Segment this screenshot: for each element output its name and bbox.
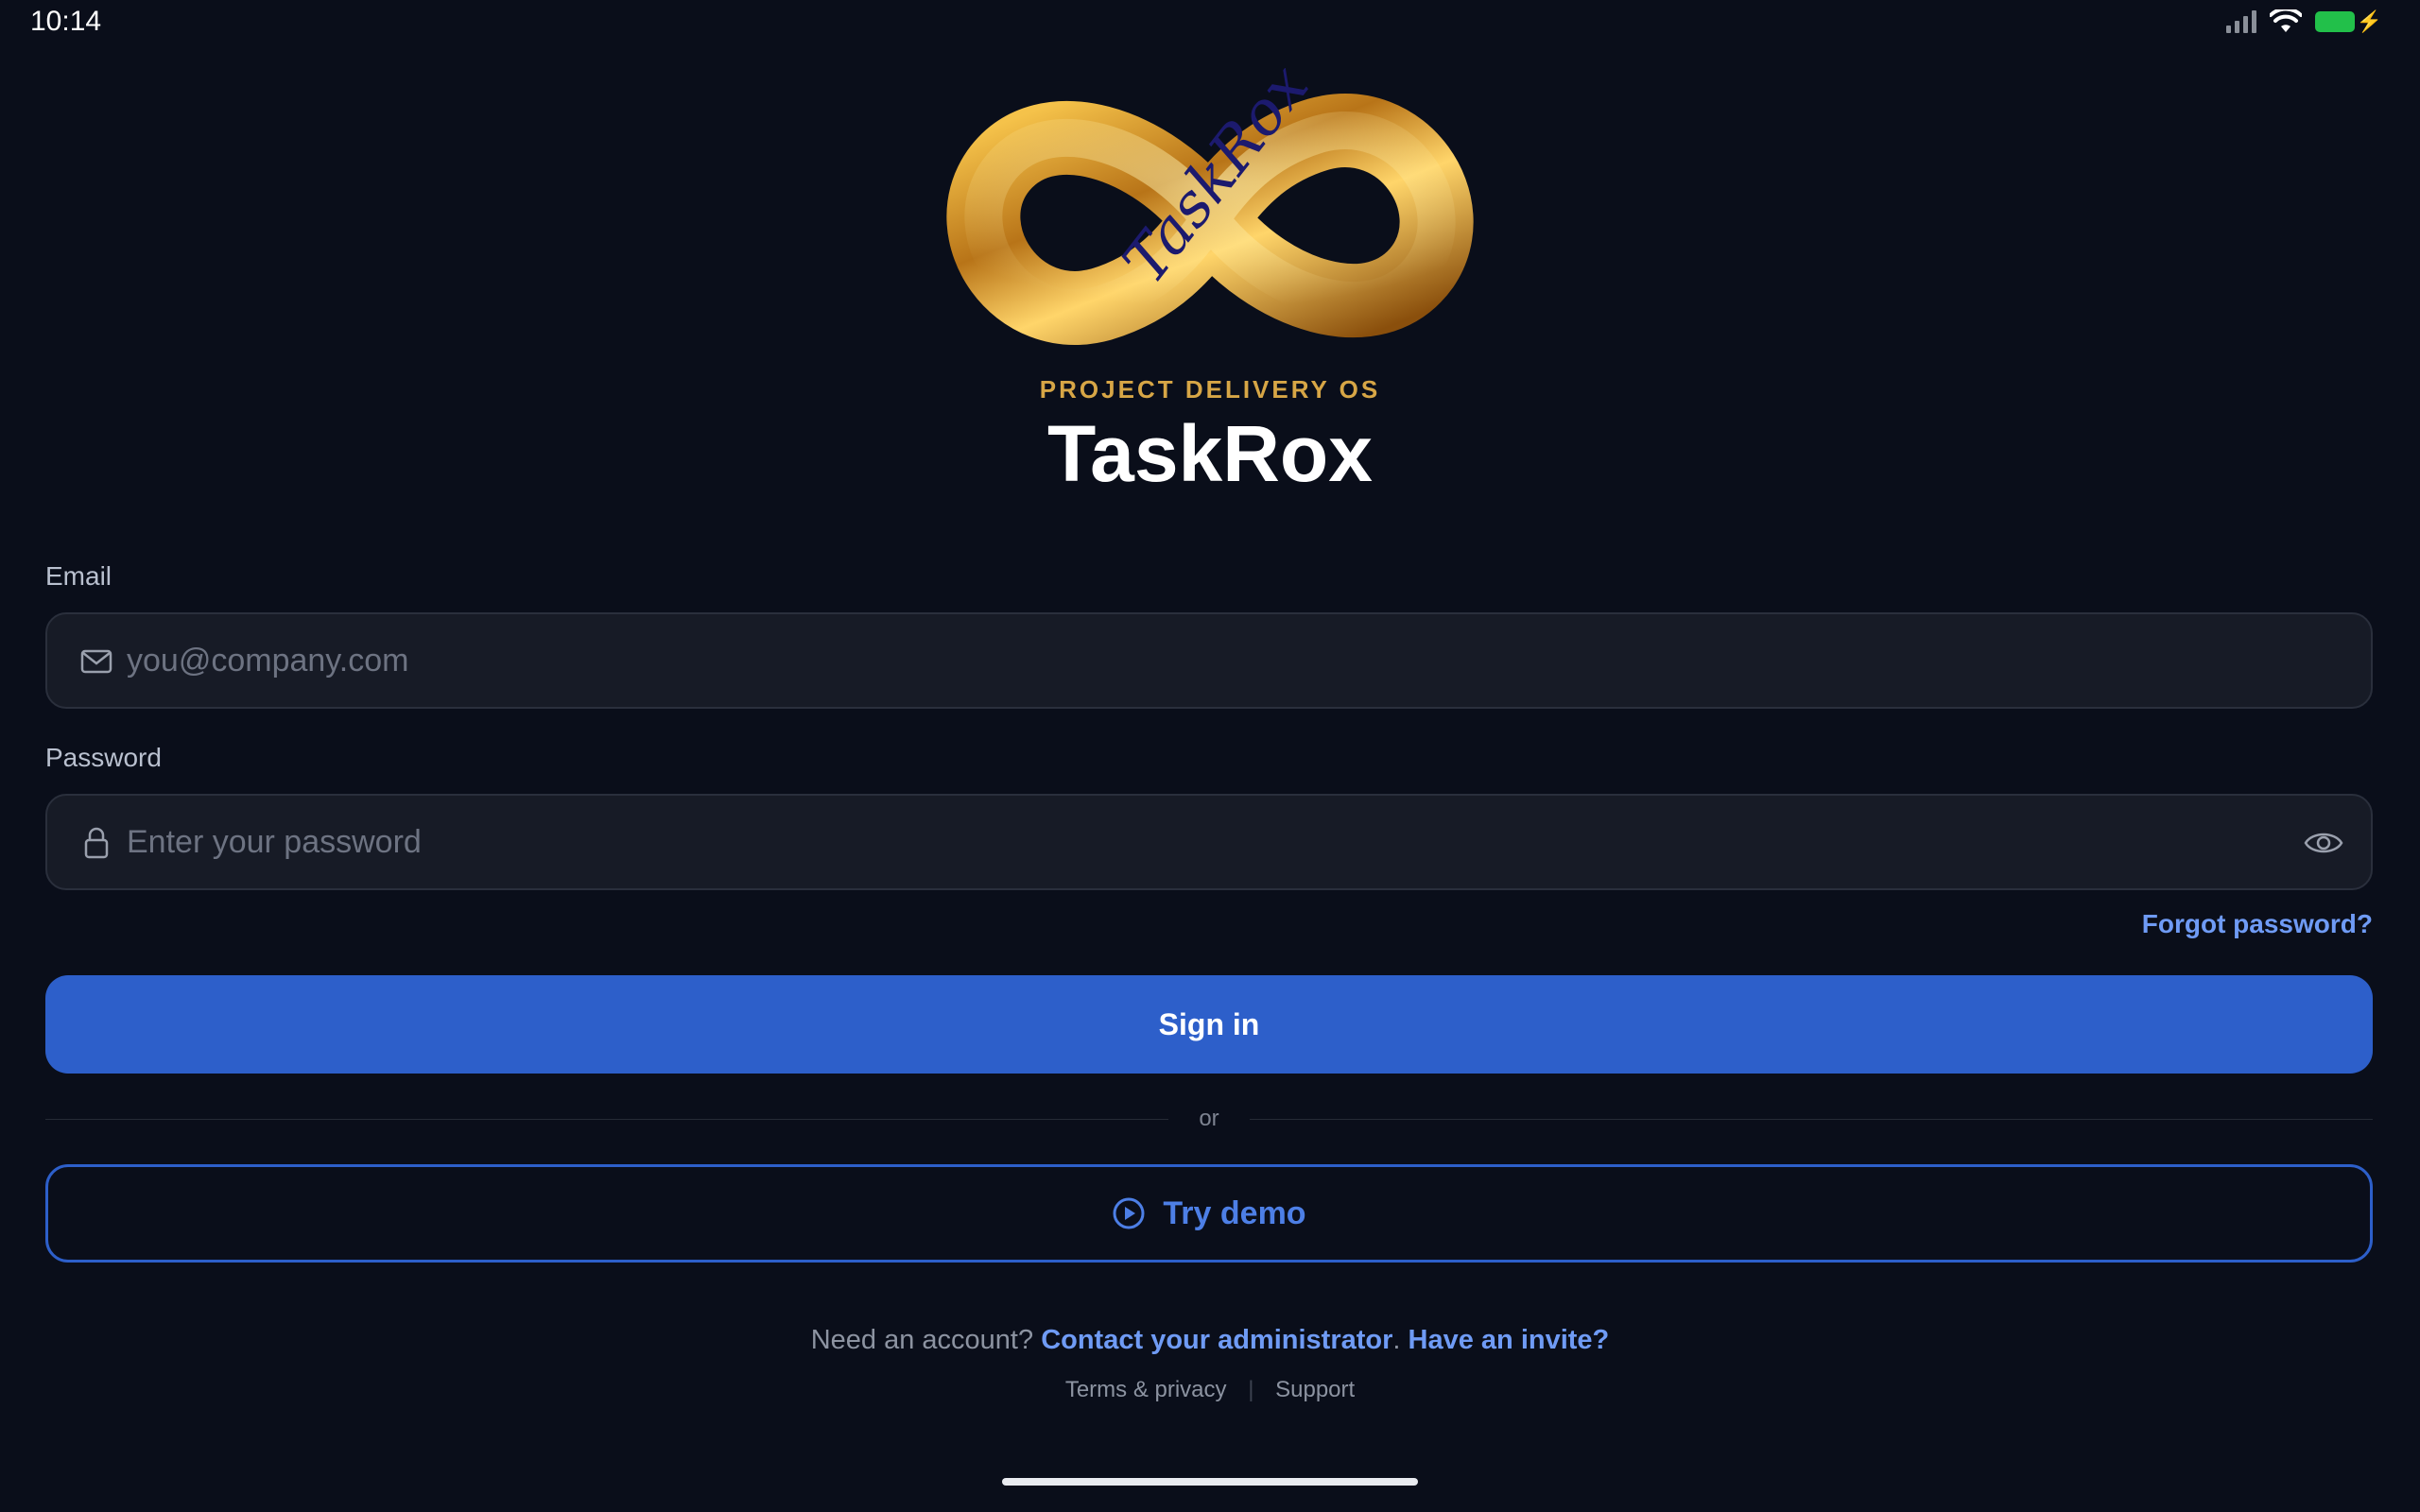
- status-time: 10:14: [30, 6, 102, 37]
- battery-icon: ⚡: [2314, 9, 2382, 34]
- cellular-signal-icon: [2225, 10, 2256, 33]
- divider-line-right: [1250, 1119, 2373, 1120]
- try-demo-button[interactable]: Try demo: [45, 1164, 2373, 1263]
- status-bar: 10:14 ⚡: [0, 0, 2420, 45]
- or-divider: or: [45, 1106, 2373, 1132]
- wifi-icon: [2269, 9, 2302, 32]
- password-label: Password: [45, 743, 162, 772]
- contact-admin-link[interactable]: Contact your administrator: [1041, 1325, 1392, 1355]
- lock-icon: [84, 827, 109, 859]
- app-logo: TaskRox: [941, 52, 1479, 370]
- try-demo-label: Try demo: [1163, 1194, 1306, 1231]
- terms-privacy-link[interactable]: Terms & privacy: [1065, 1377, 1227, 1402]
- email-label: Email: [45, 561, 112, 591]
- play-circle-icon: [1113, 1197, 1145, 1229]
- sign-in-button[interactable]: Sign in: [45, 975, 2373, 1074]
- show-password-eye-icon[interactable]: [2303, 824, 2344, 862]
- have-invite-link[interactable]: Have an invite?: [1409, 1325, 1610, 1355]
- app-title: TaskRox: [1047, 409, 1373, 498]
- mail-icon: [80, 649, 112, 674]
- app-kicker: PROJECT DELIVERY OS: [1039, 375, 1381, 404]
- account-punct: .: [1392, 1325, 1401, 1355]
- status-icons: ⚡: [2225, 9, 2382, 34]
- footer-separator: |: [1248, 1377, 1254, 1402]
- email-input[interactable]: [127, 614, 2282, 707]
- password-field-container[interactable]: [45, 794, 2373, 890]
- forgot-password-link[interactable]: Forgot password?: [2142, 909, 2373, 939]
- account-prompt: Need an account?: [810, 1325, 1034, 1355]
- support-link[interactable]: Support: [1275, 1377, 1355, 1402]
- account-help: Need an account? Contact your administra…: [0, 1325, 2420, 1356]
- email-field-container[interactable]: [45, 612, 2373, 709]
- footer-links: Terms & privacy | Support: [0, 1377, 2420, 1403]
- charging-bolt-icon: ⚡: [2356, 9, 2382, 33]
- home-indicator[interactable]: [1002, 1478, 1418, 1486]
- password-input[interactable]: [127, 796, 2282, 888]
